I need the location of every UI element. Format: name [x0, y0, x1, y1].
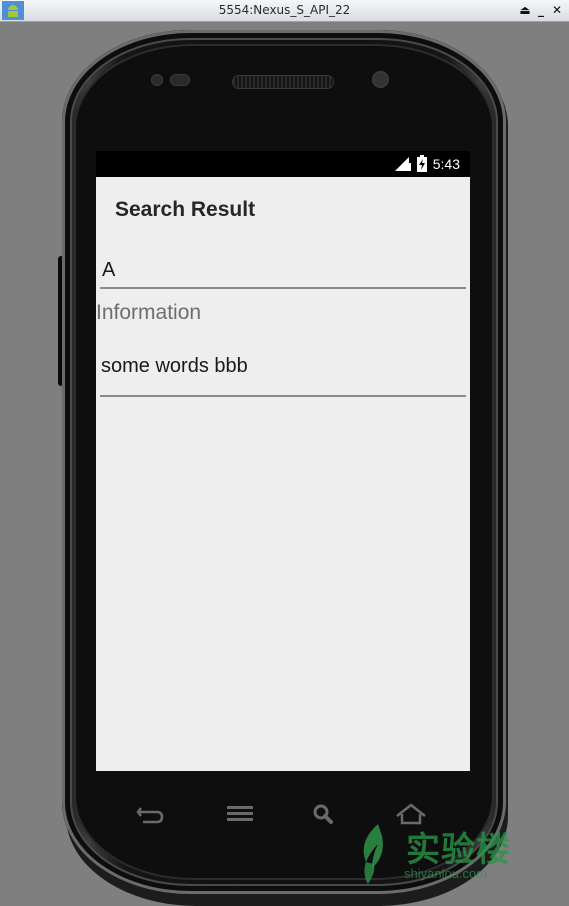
information-value: some words bbb — [101, 355, 248, 377]
window-title: 5554:Nexus_S_API_22 — [218, 3, 351, 17]
search-result-value: A — [102, 259, 116, 281]
back-icon — [136, 807, 164, 824]
front-camera — [372, 71, 389, 88]
information-field[interactable]: some words bbb — [100, 355, 466, 397]
watermark-brand: 实验楼 — [406, 830, 511, 870]
information-label: Information — [96, 301, 202, 324]
window-minimize-button[interactable]: _ — [535, 2, 547, 18]
battery-charging-icon — [416, 155, 427, 172]
status-bar: 5:43 — [96, 151, 470, 177]
watermark-site: shiyanlou.com — [404, 866, 488, 881]
proximity-sensor — [151, 74, 163, 86]
search-icon — [313, 804, 333, 824]
search-key[interactable] — [306, 800, 346, 830]
menu-key[interactable] — [219, 800, 259, 830]
status-time: 5:43 — [432, 155, 460, 172]
page-title: Search Result — [115, 198, 256, 221]
earpiece-speaker — [233, 76, 333, 88]
shiyanlou-watermark: 实验楼 shiyanlou.com — [352, 822, 522, 888]
window-titlebar: 5554:Nexus_S_API_22 ⏏ _ ✕ — [0, 0, 569, 22]
app-screen: Search Result A Information some words b… — [96, 177, 470, 771]
leaf-logo-icon — [363, 824, 383, 884]
search-result-field[interactable]: A — [100, 259, 466, 289]
window-close-button[interactable]: ✕ — [551, 2, 563, 18]
signal-icon — [394, 156, 411, 171]
back-key[interactable] — [131, 800, 171, 830]
menu-icon — [227, 806, 253, 821]
window-eject-button[interactable]: ⏏ — [519, 2, 531, 18]
light-sensor — [170, 74, 190, 86]
